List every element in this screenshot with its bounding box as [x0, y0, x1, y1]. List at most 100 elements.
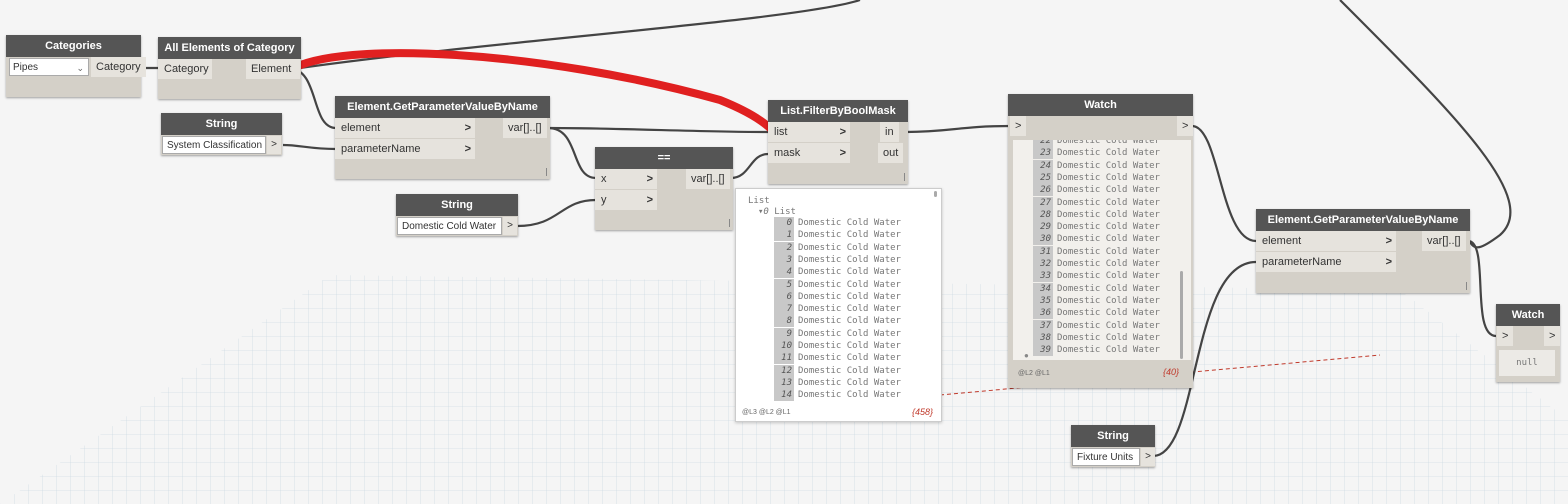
- string-value-input[interactable]: Fixture Units: [1072, 448, 1140, 466]
- list-value: Domestic Cold Water: [1057, 140, 1160, 146]
- chevron-down-icon: ⌄: [76, 63, 84, 73]
- list-index: 23: [1033, 147, 1053, 160]
- list-index: 37: [1033, 319, 1053, 332]
- output-port-out[interactable]: out: [878, 143, 904, 163]
- list-item: 31 Domestic Cold Water: [1033, 245, 1160, 258]
- output-port[interactable]: >: [503, 217, 517, 235]
- string-node-system-classification[interactable]: String System Classification >: [161, 113, 282, 155]
- port-label: parameterName: [341, 143, 421, 155]
- node-title: Watch: [1496, 304, 1560, 326]
- sublist-label: List: [774, 207, 796, 217]
- list-index: 36: [1033, 307, 1053, 320]
- output-port-var[interactable]: var[]..[]: [686, 169, 730, 189]
- node-title: String: [161, 113, 282, 135]
- list-value: Domestic Cold Water: [798, 267, 901, 278]
- scrollbar[interactable]: [934, 191, 937, 197]
- input-port-parametername[interactable]: parameterName >: [1256, 252, 1396, 272]
- output-port-in[interactable]: in: [880, 122, 899, 142]
- string-node-fixture-units[interactable]: String Fixture Units >: [1071, 425, 1155, 467]
- list-item: 9 Domestic Cold Water: [774, 327, 901, 340]
- get-parameter-node-2[interactable]: Element.GetParameterValueByName element …: [1256, 209, 1470, 293]
- output-port-var[interactable]: var[]..[]: [503, 118, 547, 138]
- input-port[interactable]: >: [1010, 116, 1027, 136]
- list-value: Domestic Cold Water: [798, 254, 901, 265]
- string-value-input[interactable]: Domestic Cold Water: [397, 217, 502, 235]
- input-port-element[interactable]: element >: [335, 118, 475, 138]
- list-index: 32: [1033, 258, 1053, 270]
- list-index: 2: [774, 241, 794, 254]
- input-port-x[interactable]: x >: [595, 169, 657, 189]
- port-label: x: [601, 173, 607, 185]
- list-value: Domestic Cold Water: [1057, 295, 1160, 306]
- category-dropdown[interactable]: Pipes ⌄: [9, 58, 89, 76]
- list-index: 27: [1033, 196, 1053, 209]
- input-port-parametername[interactable]: parameterName >: [335, 139, 475, 159]
- categories-node[interactable]: Categories Pipes ⌄ Category: [6, 35, 146, 97]
- list-item: 37 Domestic Cold Water: [1033, 319, 1160, 332]
- list-index: 7: [774, 303, 794, 316]
- list-value: Domestic Cold Water: [1057, 234, 1160, 245]
- chevron-right-icon: >: [464, 122, 471, 134]
- node-title: All Elements of Category: [158, 37, 301, 59]
- output-port[interactable]: >: [267, 136, 281, 154]
- list-index: 4: [774, 266, 794, 279]
- output-port-var[interactable]: var[]..[]: [1422, 231, 1466, 251]
- list-item: 24 Domestic Cold Water: [1033, 159, 1160, 172]
- list-index: 24: [1033, 159, 1053, 172]
- list-index: 39: [1033, 344, 1053, 357]
- list-item: 6 Domestic Cold Water: [774, 290, 901, 303]
- input-port-y[interactable]: y >: [595, 190, 657, 210]
- output-port[interactable]: >: [1141, 448, 1155, 466]
- list-value: Domestic Cold Water: [1057, 185, 1160, 196]
- list-value: Domestic Cold Water: [1057, 172, 1160, 183]
- list-value: Domestic Cold Water: [1057, 345, 1160, 356]
- list-index: 38: [1033, 331, 1053, 344]
- list-value: Domestic Cold Water: [798, 304, 901, 315]
- list-index: 33: [1033, 270, 1053, 283]
- watch-node-1[interactable]: Watch > > 22 Domestic Cold Water 23 Domesti…: [1008, 94, 1194, 388]
- list-index: 0: [774, 217, 794, 229]
- resize-handle[interactable]: [546, 168, 547, 176]
- list-value: Domestic Cold Water: [1057, 332, 1160, 343]
- watch-list-panel: 22 Domestic Cold Water 23 Domestic Cold Wat…: [1013, 140, 1191, 360]
- equals-node[interactable]: == x > y > var[]..[]: [595, 147, 733, 230]
- list-index: 34: [1033, 282, 1053, 295]
- output-port-category[interactable]: Category: [91, 57, 146, 77]
- input-port[interactable]: >: [1497, 326, 1514, 346]
- list-item: 25 Domestic Cold Water: [1033, 171, 1160, 184]
- list-index: 13: [774, 376, 794, 389]
- list-value: Domestic Cold Water: [1057, 308, 1160, 319]
- list-value: Domestic Cold Water: [1057, 320, 1160, 331]
- node-title: Element.GetParameterValueByName: [335, 96, 550, 118]
- watch-node-2[interactable]: Watch > > null: [1496, 304, 1561, 382]
- list-value: Domestic Cold Water: [798, 390, 901, 401]
- list-value: Domestic Cold Water: [1057, 259, 1160, 269]
- preview-bubble[interactable]: List ▾0 List 0 Domestic Cold Water 1 Domest…: [735, 188, 942, 422]
- output-port[interactable]: >: [1544, 326, 1561, 346]
- string-value-input[interactable]: System Classification: [162, 136, 266, 154]
- resize-handle[interactable]: [904, 173, 905, 181]
- input-port-list[interactable]: list >: [768, 122, 850, 142]
- scrollbar[interactable]: [1180, 271, 1183, 359]
- resize-handle[interactable]: [1466, 282, 1467, 290]
- string-node-domestic-cold-water[interactable]: String Domestic Cold Water >: [396, 194, 518, 236]
- resize-handle[interactable]: [729, 219, 730, 227]
- chevron-right-icon: >: [1385, 235, 1392, 247]
- list-item: 34 Domestic Cold Water: [1033, 282, 1160, 295]
- all-elements-node[interactable]: All Elements of Category Category Elemen…: [158, 37, 301, 99]
- input-port-element[interactable]: element >: [1256, 231, 1396, 251]
- port-label: y: [601, 194, 607, 206]
- input-port-mask[interactable]: mask >: [768, 143, 850, 163]
- list-index: 3: [774, 253, 794, 266]
- input-port-category[interactable]: Category: [158, 59, 212, 79]
- output-port[interactable]: >: [1177, 116, 1194, 136]
- list-index: 22: [1033, 140, 1053, 147]
- list-item: 33 Domestic Cold Water: [1033, 270, 1160, 283]
- list-levels: @L2 @L1: [1018, 370, 1050, 377]
- node-title: Watch: [1008, 94, 1193, 116]
- list-item: 28 Domestic Cold Water: [1033, 208, 1160, 221]
- list-item: 32 Domestic Cold Water: [1033, 258, 1160, 270]
- get-parameter-node-1[interactable]: Element.GetParameterValueByName element …: [335, 96, 550, 179]
- output-port-element[interactable]: Element: [246, 59, 300, 79]
- filter-by-bool-mask-node[interactable]: List.FilterByBoolMask list > mask > in o…: [768, 100, 908, 184]
